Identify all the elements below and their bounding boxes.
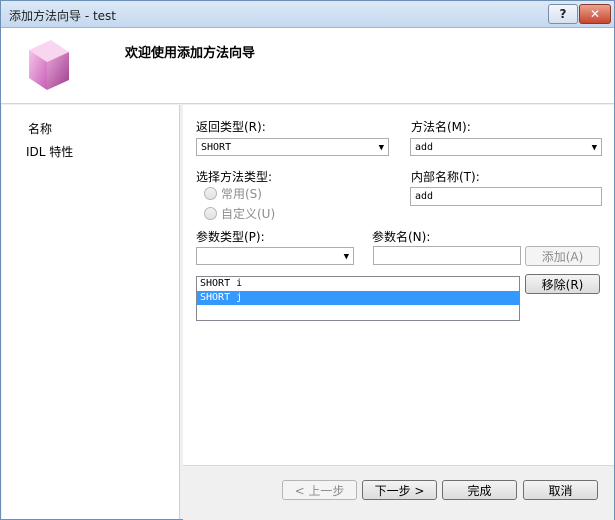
- radio-common-label: 常用(S): [221, 187, 262, 201]
- remove-button[interactable]: 移除(R): [525, 274, 600, 294]
- title-bar: 添加方法向导 - test ? ✕: [1, 1, 614, 28]
- return-type-label: 返回类型(R):: [196, 120, 266, 134]
- wizard-header: 欢迎使用添加方法向导: [1, 28, 614, 104]
- add-button[interactable]: 添加(A): [525, 246, 600, 266]
- wizard-nav: 名称 IDL 特性: [2, 105, 180, 519]
- help-button[interactable]: ?: [548, 4, 578, 24]
- help-icon: ?: [559, 7, 567, 21]
- method-name-combo[interactable]: add ▼: [410, 138, 602, 156]
- param-type-label: 参数类型(P):: [196, 230, 265, 244]
- prev-button[interactable]: < 上一步: [282, 480, 357, 500]
- param-list[interactable]: SHORT i SHORT j: [196, 276, 520, 321]
- nav-item-name[interactable]: 名称: [28, 120, 52, 137]
- chevron-down-icon: ▼: [378, 143, 384, 153]
- return-type-value: SHORT: [201, 142, 232, 153]
- close-icon: ✕: [589, 7, 601, 21]
- internal-name-input[interactable]: add: [410, 187, 602, 206]
- cancel-button[interactable]: 取消: [523, 480, 598, 500]
- radio-custom[interactable]: 自定义(U): [204, 205, 275, 222]
- chevron-down-icon: ▼: [343, 252, 349, 262]
- cube-logo-icon: [29, 40, 69, 90]
- radio-common[interactable]: 常用(S): [204, 185, 262, 202]
- wizard-window: 添加方法向导 - test ? ✕ 欢迎使用添加方法向导 名称 IDL 特性 返…: [0, 0, 615, 520]
- close-button[interactable]: ✕: [579, 4, 611, 24]
- list-item[interactable]: SHORT j: [197, 291, 519, 305]
- nav-item-idl-attributes[interactable]: IDL 特性: [26, 143, 73, 160]
- return-type-combo[interactable]: SHORT ▼: [196, 138, 389, 156]
- list-item[interactable]: SHORT i: [197, 277, 519, 291]
- method-name-label: 方法名(M):: [411, 120, 471, 134]
- radio-icon: [204, 207, 217, 220]
- method-name-value: add: [415, 142, 434, 153]
- method-type-label: 选择方法类型:: [196, 170, 273, 184]
- window-title: 添加方法向导 - test: [9, 9, 117, 23]
- internal-name-label: 内部名称(T):: [411, 170, 480, 184]
- radio-custom-label: 自定义(U): [221, 207, 276, 221]
- header-title: 欢迎使用添加方法向导: [125, 46, 256, 61]
- chevron-down-icon: ▼: [591, 143, 597, 153]
- param-name-label: 参数名(N):: [372, 230, 431, 244]
- param-name-input[interactable]: [373, 246, 521, 265]
- next-button[interactable]: 下一步 >: [362, 480, 437, 500]
- finish-button[interactable]: 完成: [442, 480, 517, 500]
- param-type-combo[interactable]: ▼: [196, 247, 354, 265]
- radio-icon: [204, 187, 217, 200]
